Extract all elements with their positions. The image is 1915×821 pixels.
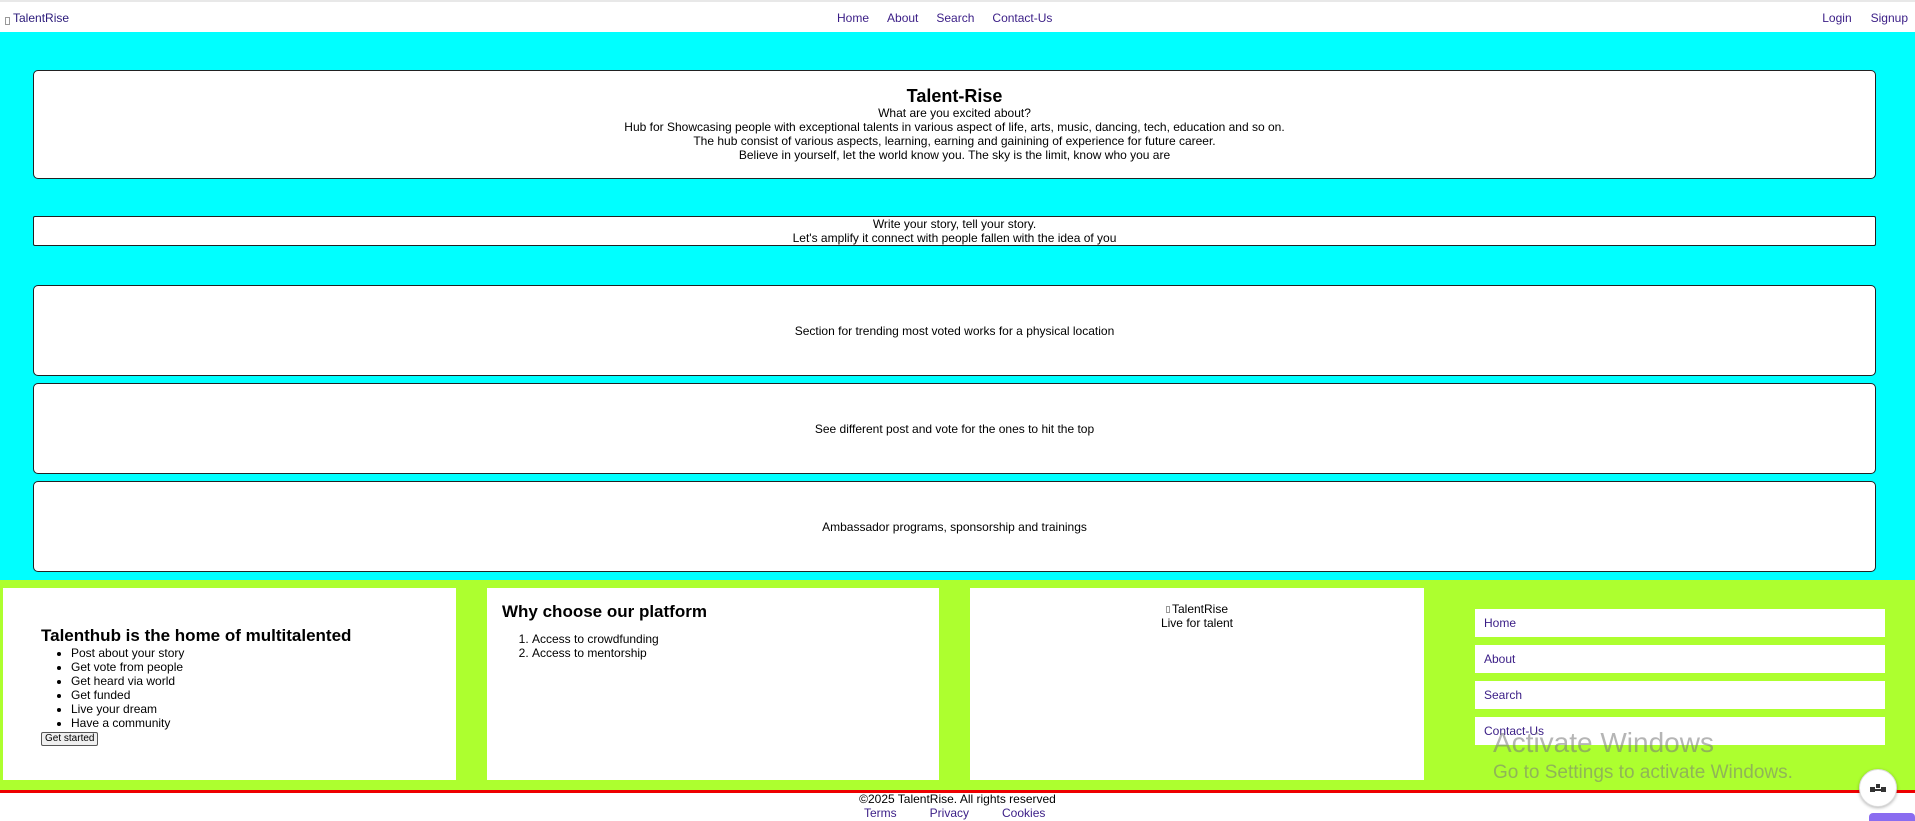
list-item: Get funded (71, 688, 456, 702)
brand-card: TalentRise Live for talent (970, 588, 1424, 780)
list-item: Get heard via world (71, 674, 456, 688)
why-card: Why choose our platform Access to crowdf… (487, 588, 939, 780)
legal-links: Terms Privacy Cookies (864, 806, 1045, 820)
hero-line: Hub for Showcasing people with exception… (624, 120, 1285, 134)
copyright-text: ©2025 TalentRise. All rights reserved (859, 792, 1056, 806)
list-item: Get vote from people (71, 660, 456, 674)
list-item: Have a community (71, 716, 456, 730)
auth-nav: Login Signup (1822, 11, 1908, 25)
floating-action-button[interactable] (1859, 769, 1897, 807)
home-card-title: Talenthub is the home of multitalented (41, 626, 352, 645)
list-item: Post about your story (71, 646, 456, 660)
privacy-link[interactable]: Privacy (930, 806, 969, 820)
nav-home-link[interactable]: Home (837, 11, 869, 25)
section-text: Section for trending most voted works fo… (794, 323, 1115, 338)
hero-line: What are you excited about? (878, 106, 1031, 120)
why-card-title: Why choose our platform (502, 602, 707, 621)
list-item: Access to mentorship (532, 646, 939, 660)
get-started-button[interactable]: Get started (41, 731, 99, 746)
footer-home-link[interactable]: Home (1475, 609, 1885, 637)
broken-logo-icon (5, 14, 10, 25)
watermark-line: Go to Settings to activate Windows. (1493, 762, 1793, 783)
section-text: Ambassador programs, sponsorship and tra… (822, 519, 1087, 534)
hero-line: Believe in yourself, let the world know … (738, 148, 1171, 162)
nav-search-link[interactable]: Search (936, 11, 974, 25)
footer-tagline: Live for talent (1160, 616, 1234, 630)
list-item: Access to crowdfunding (532, 632, 939, 646)
terms-link[interactable]: Terms (864, 806, 897, 820)
hero-section: Talent-Rise What are you excited about? … (0, 32, 1915, 580)
signup-link[interactable]: Signup (1871, 11, 1908, 25)
broken-logo-icon (1165, 602, 1170, 613)
story-box: Write your story, tell your story. Let's… (33, 216, 1876, 246)
vote-section: See different post and vote for the ones… (33, 383, 1876, 474)
cookies-link[interactable]: Cookies (1002, 806, 1045, 820)
watermark-line: Activate Windows (1493, 727, 1714, 758)
grid-icon (1869, 780, 1887, 797)
nav-contact-link[interactable]: Contact-Us (992, 11, 1052, 25)
top-navbar: TalentRise Home About Search Contact-Us … (0, 0, 1915, 32)
hero-title: Talent-Rise (906, 86, 1003, 106)
login-link[interactable]: Login (1822, 11, 1851, 25)
nav-about-link[interactable]: About (887, 11, 918, 25)
ambassador-section: Ambassador programs, sponsorship and tra… (33, 481, 1876, 572)
section-text: See different post and vote for the ones… (814, 421, 1095, 436)
footer-search-link[interactable]: Search (1475, 681, 1885, 709)
footer-brand-name: TalentRise (1171, 602, 1229, 616)
story-line: Write your story, tell your story. (872, 217, 1037, 231)
footer-about-link[interactable]: About (1475, 645, 1885, 673)
benefit-list: Access to crowdfunding Access to mentors… (502, 632, 939, 660)
trending-section: Section for trending most voted works fo… (33, 285, 1876, 376)
list-item: Live your dream (71, 702, 456, 716)
chat-widget-tab[interactable] (1869, 813, 1915, 821)
feature-list: Post about your story Get vote from peop… (41, 646, 456, 730)
intro-box: Talent-Rise What are you excited about? … (33, 70, 1876, 179)
main-nav: Home About Search Contact-Us (837, 11, 1052, 25)
brand-link[interactable]: TalentRise (5, 11, 69, 25)
brand-name: TalentRise (13, 11, 70, 25)
home-card: Talenthub is the home of multitalented P… (3, 588, 456, 780)
activate-windows-watermark: Activate Windows Go to Settings to activ… (1493, 726, 1793, 786)
hero-line: The hub consist of various aspects, lear… (693, 134, 1216, 148)
story-line: Let's amplify it connect with people fal… (792, 231, 1117, 245)
